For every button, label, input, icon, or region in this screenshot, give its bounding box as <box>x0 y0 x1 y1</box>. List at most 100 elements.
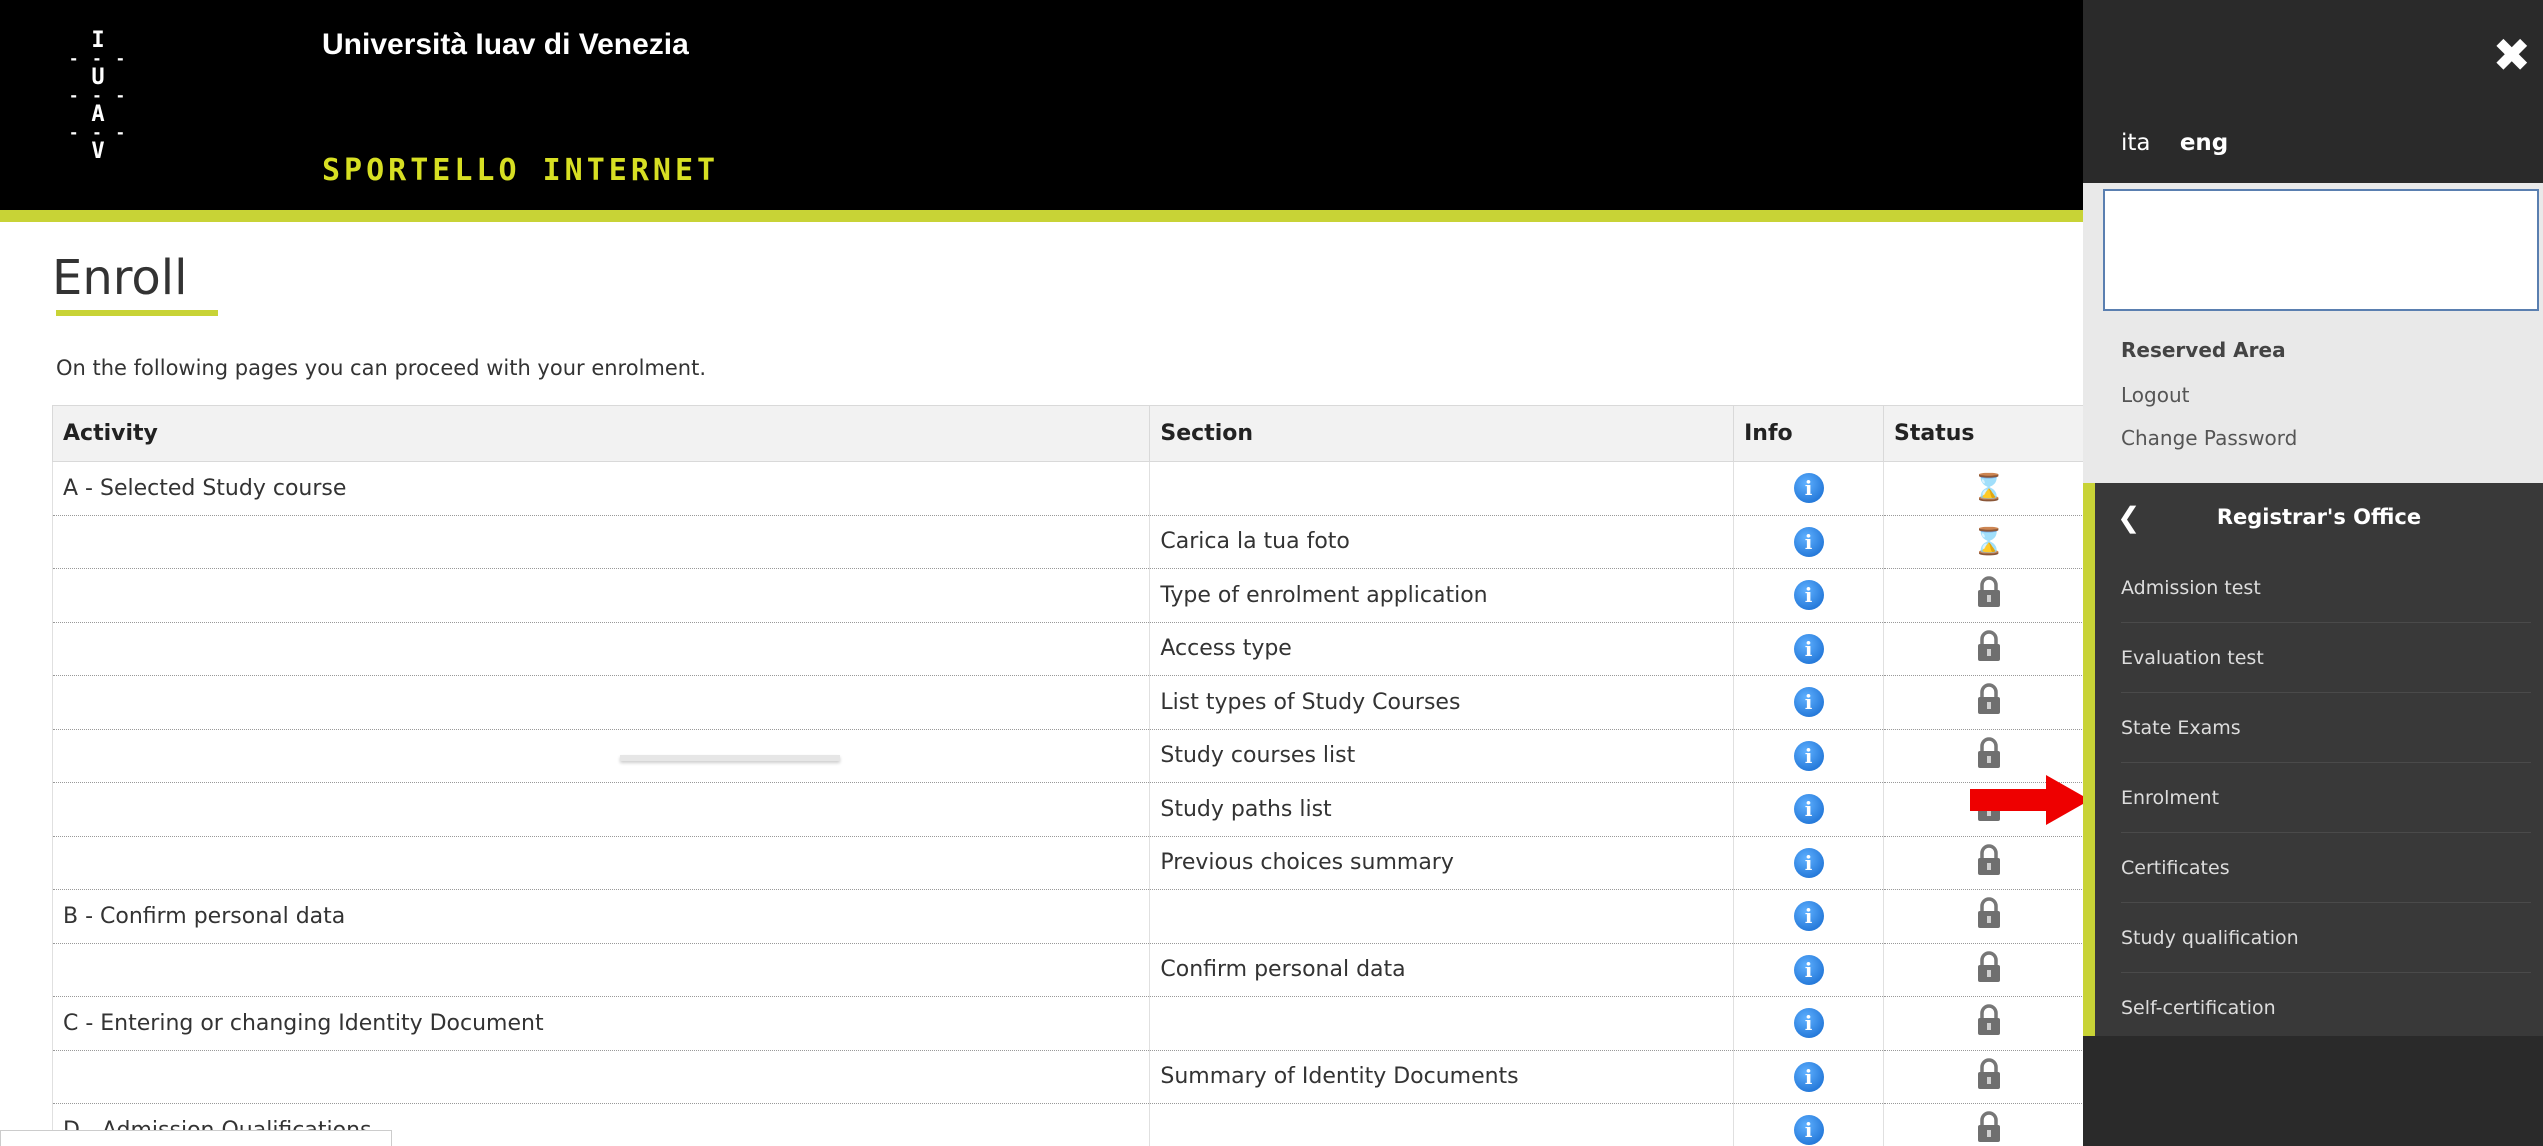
section-cell: Confirm personal data <box>1149 943 1735 997</box>
section-cell: Access type <box>1149 622 1735 676</box>
lock-icon <box>1976 1058 2002 1090</box>
info-icon[interactable]: i <box>1793 580 1824 611</box>
info-cell: i <box>1733 996 1885 1051</box>
office-menu-item[interactable]: Enrolment <box>2121 763 2531 833</box>
enrolment-activity-table: Activity Section Info Status A - Selecte… <box>51 405 2095 1146</box>
info-icon[interactable]: i <box>1793 847 1824 878</box>
header-info: Info <box>1733 405 1885 462</box>
section-cell: List types of Study Courses <box>1149 675 1735 730</box>
info-icon[interactable]: i <box>1793 1061 1824 1092</box>
university-name[interactable]: Università Iuav di Venezia <box>322 28 689 62</box>
activity-cell <box>51 729 1151 783</box>
table-row: Confirm personal data i <box>51 943 2095 997</box>
registrar-office-menu: ❮ Registrar's Office Admission test Evalu… <box>2083 483 2543 1036</box>
status-cell <box>1883 1103 2095 1146</box>
info-icon[interactable]: i <box>1793 794 1824 825</box>
page-title: Enroll <box>52 250 188 306</box>
activity-cell: C - Entering or changing Identity Docume… <box>51 996 1151 1051</box>
activity-cell <box>51 943 1151 997</box>
office-menu-header: ❮ Registrar's Office <box>2095 483 2543 553</box>
lock-icon <box>1976 737 2002 769</box>
info-cell: i <box>1733 889 1885 944</box>
info-icon[interactable]: i <box>1793 901 1824 932</box>
info-icon[interactable]: i <box>1793 687 1824 718</box>
hourglass-icon: ⌛ <box>1972 526 2006 557</box>
lock-icon <box>1976 576 2002 608</box>
reserved-area-heading: Reserved Area <box>2121 338 2286 362</box>
table-row: List types of Study Courses i <box>51 675 2095 730</box>
section-cell: Study paths list <box>1149 782 1735 837</box>
activity-cell: A - Selected Study course <box>51 461 1151 516</box>
activity-cell <box>51 1050 1151 1104</box>
info-cell: i <box>1733 515 1885 569</box>
iuav-logo[interactable]: I - - - U - - - A - - - V <box>68 28 128 164</box>
info-cell: i <box>1733 729 1885 783</box>
change-password-link[interactable]: Change Password <box>2121 426 2297 450</box>
floating-tooltip-bar <box>620 755 840 761</box>
info-icon[interactable]: i <box>1793 473 1824 504</box>
status-cell <box>1883 675 2095 730</box>
activity-cell <box>51 836 1151 890</box>
user-area: Reserved Area Logout Change Password <box>2083 183 2543 483</box>
info-cell: i <box>1733 568 1885 623</box>
office-menu-title: Registrar's Office <box>2216 505 2422 529</box>
info-icon[interactable]: i <box>1793 1115 1824 1146</box>
table-row: Carica la tua foto i ⌛ <box>51 515 2095 569</box>
status-cell <box>1883 996 2095 1051</box>
section-cell <box>1149 1103 1735 1146</box>
status-cell: ⌛ <box>1883 461 2095 516</box>
table-row: C - Entering or changing Identity Docume… <box>51 996 2095 1051</box>
lock-icon <box>1976 844 2002 876</box>
table-row: Previous choices summary i <box>51 836 2095 890</box>
info-icon[interactable]: i <box>1793 526 1824 557</box>
table-row: Study paths list i <box>51 782 2095 837</box>
office-menu-item[interactable]: Certificates <box>2121 833 2531 903</box>
table-row: Access type i <box>51 622 2095 676</box>
header-status: Status <box>1883 405 2095 462</box>
office-menu-list: Admission test Evaluation test State Exams… <box>2121 553 2531 1043</box>
red-arrow-annotation <box>1970 775 2090 825</box>
info-icon[interactable]: i <box>1793 954 1824 985</box>
info-cell: i <box>1733 622 1885 676</box>
section-cell <box>1149 461 1735 516</box>
user-info-box <box>2103 189 2539 311</box>
info-icon[interactable]: i <box>1793 740 1824 771</box>
office-menu-item[interactable]: State Exams <box>2121 693 2531 763</box>
office-menu-item[interactable]: Study qualification <box>2121 903 2531 973</box>
lang-ita-link[interactable]: ita <box>2121 130 2151 156</box>
header-section: Section <box>1149 405 1735 462</box>
table-row: Type of enrolment application i <box>51 568 2095 623</box>
header-accent-line <box>0 210 2095 222</box>
browser-status-bar <box>0 1130 392 1146</box>
activity-cell <box>51 568 1151 623</box>
lock-icon <box>1976 1004 2002 1036</box>
info-icon[interactable]: i <box>1793 633 1824 664</box>
section-cell <box>1149 996 1735 1051</box>
info-cell: i <box>1733 943 1885 997</box>
status-cell <box>1883 622 2095 676</box>
activity-cell: B - Confirm personal data <box>51 889 1151 944</box>
office-menu-item[interactable]: Self-certification <box>2121 973 2531 1043</box>
info-cell: i <box>1733 836 1885 890</box>
language-switcher: ita eng <box>2121 130 2228 156</box>
info-cell: i <box>1733 675 1885 730</box>
close-icon[interactable]: ✖ <box>2492 32 2531 78</box>
section-cell: Type of enrolment application <box>1149 568 1735 623</box>
office-menu-item[interactable]: Evaluation test <box>2121 623 2531 693</box>
info-cell: i <box>1733 461 1885 516</box>
status-cell: ⌛ <box>1883 515 2095 569</box>
section-cell: Carica la tua foto <box>1149 515 1735 569</box>
status-cell <box>1883 943 2095 997</box>
office-menu-item[interactable]: Admission test <box>2121 553 2531 623</box>
logo-letter-v: V <box>91 139 105 164</box>
lang-eng-link[interactable]: eng <box>2180 130 2228 156</box>
section-cell: Previous choices summary <box>1149 836 1735 890</box>
activity-cell <box>51 622 1151 676</box>
info-icon[interactable]: i <box>1793 1008 1824 1039</box>
section-cell: Summary of Identity Documents <box>1149 1050 1735 1104</box>
table-row: Summary of Identity Documents i <box>51 1050 2095 1104</box>
status-cell <box>1883 1050 2095 1104</box>
logout-link[interactable]: Logout <box>2121 383 2189 407</box>
lock-icon <box>1976 630 2002 662</box>
info-cell: i <box>1733 782 1885 837</box>
